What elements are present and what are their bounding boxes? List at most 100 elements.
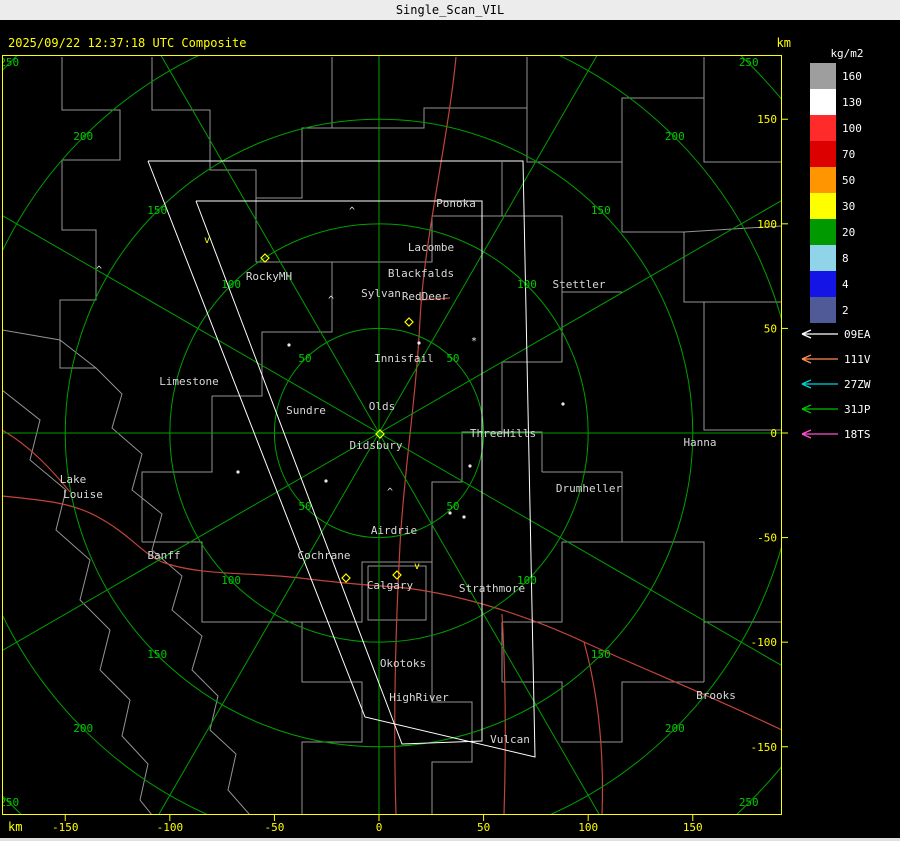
town-label-sylvan: Sylvan bbox=[361, 287, 401, 300]
legend-value-label: 50 bbox=[842, 174, 855, 187]
town-label-banff: Banff bbox=[147, 549, 180, 562]
right-axis-label: -100 bbox=[751, 636, 778, 649]
legend-value-label: 8 bbox=[842, 252, 849, 265]
point-marker bbox=[561, 402, 565, 406]
point-marker bbox=[448, 511, 452, 515]
legend-swatch-2 bbox=[810, 297, 836, 323]
legend-swatch-70 bbox=[810, 141, 836, 167]
town-label-rockymh: RockyMH bbox=[246, 270, 292, 283]
point-marker bbox=[287, 343, 291, 347]
legend-swatch-4 bbox=[810, 271, 836, 297]
bottom-axis-label: -50 bbox=[264, 821, 284, 834]
legend-swatch-130 bbox=[810, 89, 836, 115]
town-label-innisfail: Innisfail bbox=[374, 352, 434, 365]
town-label-hanna: Hanna bbox=[683, 436, 716, 449]
point-marker bbox=[462, 515, 466, 519]
town-label-vulcan: Vulcan bbox=[490, 733, 530, 746]
town-label-blackfalds: Blackfalds bbox=[388, 267, 454, 280]
bottom-axis-label: -100 bbox=[157, 821, 184, 834]
timestamp-label: 2025/09/22 12:37:18 UTC Composite bbox=[8, 36, 246, 50]
v-arrow-marker: v bbox=[414, 561, 420, 572]
range-ring-label: 200 bbox=[73, 722, 93, 735]
legend-swatch-160 bbox=[810, 63, 836, 89]
bottom-axis-label: 150 bbox=[683, 821, 703, 834]
point-marker bbox=[324, 479, 328, 483]
site-id-label: 27ZW bbox=[844, 378, 871, 391]
range-ring-label: 100 bbox=[517, 278, 537, 291]
town-label-drumheller: Drumheller bbox=[556, 482, 623, 495]
bottom-axis-unit-label: km bbox=[8, 820, 22, 834]
range-ring-label: 150 bbox=[147, 648, 167, 661]
v-arrow-marker: v bbox=[204, 235, 210, 246]
legend-value-label: 2 bbox=[842, 304, 849, 317]
range-ring-label: 50 bbox=[446, 352, 459, 365]
range-ring-label: 150 bbox=[591, 204, 611, 217]
town-label-lacombe: Lacombe bbox=[408, 241, 454, 254]
legend-swatch-50 bbox=[810, 167, 836, 193]
range-ring-label: 50 bbox=[298, 352, 311, 365]
point-marker bbox=[468, 464, 472, 468]
range-ring-label: 200 bbox=[665, 130, 685, 143]
town-label-sundre: Sundre bbox=[286, 404, 326, 417]
town-label-calgary: Calgary bbox=[367, 579, 414, 592]
bottom-axis-label: 100 bbox=[578, 821, 598, 834]
asterisk-marker: * bbox=[471, 336, 477, 347]
range-ring-label: 150 bbox=[591, 648, 611, 661]
range-ring-label: 200 bbox=[73, 130, 93, 143]
legend-value-label: 30 bbox=[842, 200, 855, 213]
right-axis-label: 150 bbox=[757, 113, 777, 126]
range-ring-label: 100 bbox=[221, 574, 241, 587]
right-axis-label: 0 bbox=[770, 427, 777, 440]
site-id-label: 111V bbox=[844, 353, 871, 366]
range-ring-label: 250 bbox=[739, 56, 759, 69]
town-label-reddeer: RedDeer bbox=[402, 290, 449, 303]
town-label-olds: Olds bbox=[369, 400, 396, 413]
town-label-ponoka: Ponoka bbox=[436, 197, 476, 210]
caret-marker: ^ bbox=[328, 295, 334, 306]
town-label-stettler: Stettler bbox=[553, 278, 606, 291]
right-axis-label: 50 bbox=[764, 322, 777, 335]
town-label-airdrie: Airdrie bbox=[371, 524, 417, 537]
bottom-axis-label: 0 bbox=[376, 821, 383, 834]
legend-unit-label: kg/m2 bbox=[830, 47, 863, 60]
range-ring-label: 100 bbox=[221, 278, 241, 291]
bottom-axis-label: 50 bbox=[477, 821, 490, 834]
point-marker bbox=[417, 341, 421, 345]
right-axis-label: -50 bbox=[757, 532, 777, 545]
range-ring-label: 200 bbox=[665, 722, 685, 735]
legend-swatch-20 bbox=[810, 219, 836, 245]
legend-value-label: 100 bbox=[842, 122, 862, 135]
town-label-lake: Lake bbox=[60, 473, 87, 486]
point-marker bbox=[236, 470, 240, 474]
town-label-didsbury: Didsbury bbox=[350, 439, 403, 452]
site-id-label: 18TS bbox=[844, 428, 871, 441]
window-title: Single_Scan_VIL bbox=[396, 3, 504, 17]
radar-display: Single_Scan_VIL 2025/09/22 12:37:18 UTC … bbox=[0, 0, 900, 841]
town-label-cochrane: Cochrane bbox=[298, 549, 351, 562]
town-label-okotoks: Okotoks bbox=[380, 657, 426, 670]
caret-marker: ^ bbox=[387, 487, 393, 498]
right-axis-label: 100 bbox=[757, 218, 777, 231]
caret-marker: ^ bbox=[349, 206, 355, 217]
legend-value-label: 20 bbox=[842, 226, 855, 239]
bottom-axis-label: -150 bbox=[52, 821, 79, 834]
right-axis-label: -150 bbox=[751, 741, 778, 754]
range-ring-label: 150 bbox=[147, 204, 167, 217]
town-label-highriver: HighRiver bbox=[389, 691, 449, 704]
caret-marker: ^ bbox=[96, 265, 102, 276]
legend-value-label: 70 bbox=[842, 148, 855, 161]
legend-swatch-100 bbox=[810, 115, 836, 141]
right-axis-unit-label: km bbox=[777, 36, 791, 50]
legend-value-label: 4 bbox=[842, 278, 849, 291]
site-id-label: 31JP bbox=[844, 403, 871, 416]
legend-value-label: 160 bbox=[842, 70, 862, 83]
range-ring-label: 50 bbox=[298, 500, 311, 513]
town-label-strathmore: Strathmore bbox=[459, 582, 525, 595]
range-ring-label: 50 bbox=[446, 500, 459, 513]
town-label-brooks: Brooks bbox=[696, 689, 736, 702]
town-label-threehills: ThreeHills bbox=[470, 427, 536, 440]
legend-swatch-8 bbox=[810, 245, 836, 271]
town-label-limestone: Limestone bbox=[159, 375, 219, 388]
legend-swatch-30 bbox=[810, 193, 836, 219]
range-ring-label: 250 bbox=[739, 796, 759, 809]
